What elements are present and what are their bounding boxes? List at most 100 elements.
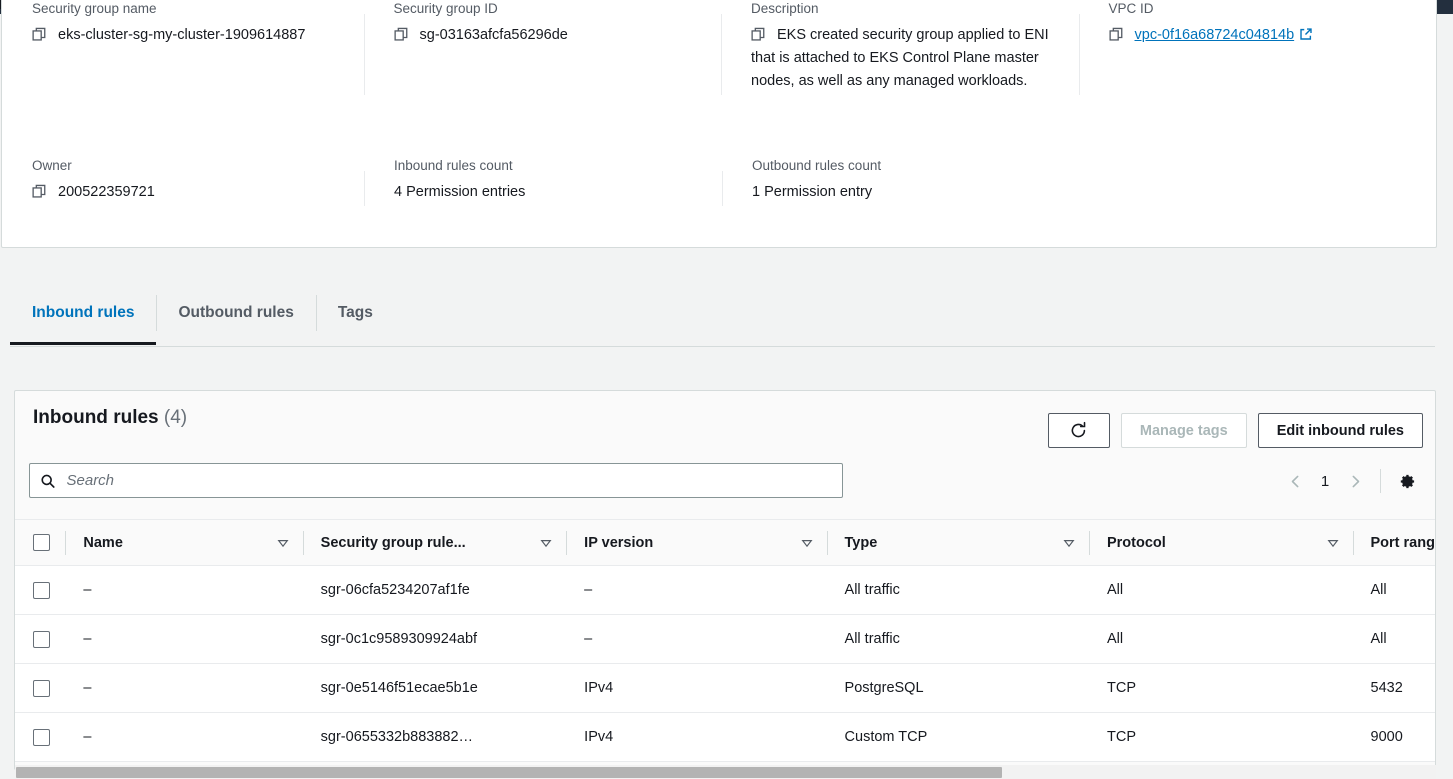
cell-port-range: All [1353,566,1437,615]
inbound-rules-table-card: Inbound rules (4) Manage tags Edit inbou… [14,390,1436,770]
previous-page-button[interactable] [1278,464,1312,498]
field-label: Outbound rules count [752,157,1060,175]
field-value: sg-03163afcfa56296de [394,24,702,47]
table-row[interactable]: – sgr-0c1c9589309924abf – All traffic Al… [15,615,1436,664]
copy-icon[interactable] [1109,27,1124,42]
table-actions: Manage tags Edit inbound rules [1048,413,1423,448]
copy-icon[interactable] [751,27,766,42]
edit-inbound-rules-button[interactable]: Edit inbound rules [1258,413,1423,448]
tab-label: Inbound rules [32,304,134,322]
manage-tags-button[interactable]: Manage tags [1121,413,1247,448]
copy-icon[interactable] [394,27,409,42]
gear-icon [1397,472,1416,491]
field-label: Security group ID [394,0,702,18]
column-label: IP version [584,535,653,551]
cell-ip-version: IPv4 [566,664,826,713]
column-label: Name [83,535,123,551]
field-label: VPC ID [1109,0,1417,18]
tab-outbound-rules[interactable]: Outbound rules [156,283,315,345]
row-checkbox[interactable] [33,729,50,746]
horizontal-scrollbar-thumb[interactable] [16,767,1002,778]
field-value: EKS created security group applied to EN… [751,24,1059,93]
cell-name: – [65,566,302,615]
column-label: Protocol [1107,535,1166,551]
inbound-rules-table: Name Security group rule... IP version [15,519,1436,762]
cell-name: – [65,713,302,762]
field-outbound-rules-count: Outbound rules count 1 Permission entry [722,157,1080,216]
search-box[interactable] [29,463,843,498]
cell-ip-version: IPv4 [566,713,826,762]
field-description: Description EKS created security group a… [721,0,1079,105]
table-row[interactable]: – sgr-0e5146f51ecae5b1e IPv4 PostgreSQL … [15,664,1436,713]
row-checkbox[interactable] [33,680,50,697]
tab-label: Tags [338,304,373,322]
tabs-divider [10,346,1435,347]
cell-protocol: TCP [1089,713,1353,762]
column-header-name: Name [65,520,302,566]
inbound-rules-count-value: 4 Permission entries [394,181,702,204]
field-label: Inbound rules count [394,157,702,175]
tab-tags[interactable]: Tags [316,283,395,345]
cell-port-range: All [1353,615,1437,664]
row-checkbox[interactable] [33,582,50,599]
field-value: vpc-0f16a68724c04814b [1109,24,1417,47]
security-group-id-value: sg-03163afcfa56296de [420,27,568,43]
sort-icon[interactable] [1327,537,1339,549]
security-group-name-value: eks-cluster-sg-my-cluster-1909614887 [58,27,305,43]
pagination: 1 [1278,463,1423,499]
cell-type: All traffic [827,615,1089,664]
table-row-count: (4) [164,407,187,428]
field-inbound-rules-count: Inbound rules count 4 Permission entries [364,157,722,216]
row-select-cell [15,566,65,615]
vpc-id-link[interactable]: vpc-0f16a68724c04814b [1135,27,1295,43]
column-header-port-range: Port range [1353,520,1437,566]
column-header-protocol: Protocol [1089,520,1353,566]
table-row[interactable]: – sgr-0655332b883882… IPv4 Custom TCP TC… [15,713,1436,762]
field-security-group-id: Security group ID sg-03163afcfa56296de [364,0,722,105]
select-all-header [15,520,65,566]
column-header-type: Type [827,520,1089,566]
field-security-group-name: Security group name eks-cluster-sg-my-cl… [2,0,364,105]
table-title-text: Inbound rules [33,407,159,428]
cell-security-group-rule-id: sgr-0c1c9589309924abf [303,615,567,664]
copy-icon[interactable] [32,27,47,42]
cell-protocol: TCP [1089,664,1353,713]
copy-icon[interactable] [32,184,47,199]
cell-ip-version: – [566,615,826,664]
select-all-checkbox[interactable] [33,534,50,551]
outbound-rules-count-value: 1 Permission entry [752,181,1060,204]
sort-icon[interactable] [277,537,289,549]
sort-icon[interactable] [540,537,552,549]
page-number-1[interactable]: 1 [1312,473,1338,490]
chevron-right-icon [1348,474,1363,489]
column-header-ip-version: IP version [566,520,826,566]
sort-icon[interactable] [1063,537,1075,549]
search-input[interactable] [65,471,833,490]
cell-type: PostgreSQL [827,664,1089,713]
row-select-cell [15,664,65,713]
table-header-row: Name Security group rule... IP version [15,520,1436,566]
table-row[interactable]: – sgr-06cfa5234207af1fe – All traffic Al… [15,566,1436,615]
cell-port-range: 5432 [1353,664,1437,713]
cell-protocol: All [1089,615,1353,664]
table-body: – sgr-06cfa5234207af1fe – All traffic Al… [15,566,1436,762]
row-select-cell [15,615,65,664]
tab-label: Outbound rules [178,304,293,322]
cell-name: – [65,615,302,664]
table-header: Inbound rules (4) Manage tags Edit inbou… [15,391,1435,463]
row-select-cell [15,713,65,762]
refresh-icon [1069,421,1088,440]
owner-value: 200522359721 [58,184,155,200]
field-owner: Owner 200522359721 [2,157,364,216]
sort-icon[interactable] [801,537,813,549]
column-header-security-group-rule-id: Security group rule... [303,520,567,566]
row-checkbox[interactable] [33,631,50,648]
cell-protocol: All [1089,566,1353,615]
refresh-button[interactable] [1048,413,1110,448]
next-page-button[interactable] [1338,464,1372,498]
table-preferences-button[interactable] [1389,464,1423,498]
tab-inbound-rules[interactable]: Inbound rules [10,283,156,345]
cell-security-group-rule-id: sgr-0655332b883882… [303,713,567,762]
external-link-icon[interactable] [1299,27,1313,41]
pagination-divider [1380,469,1381,493]
